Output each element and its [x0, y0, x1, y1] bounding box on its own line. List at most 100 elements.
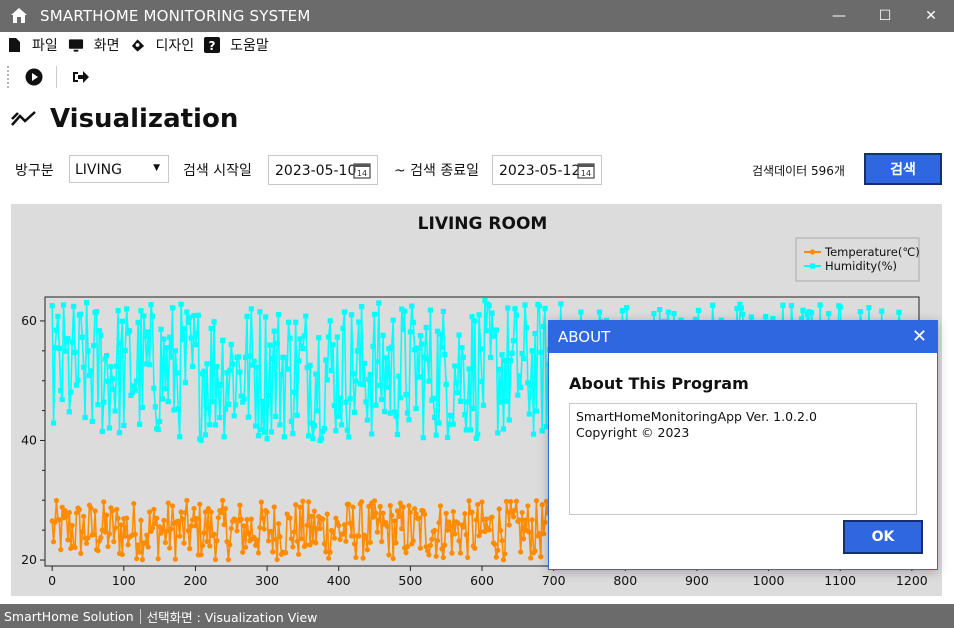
- ok-button[interactable]: OK: [843, 520, 923, 554]
- start-date-picker[interactable]: 2023-05-10 14: [268, 155, 378, 185]
- data-point: [528, 382, 534, 388]
- minimize-button[interactable]: —: [816, 0, 862, 32]
- data-point: [343, 538, 349, 544]
- maximize-button[interactable]: ☐: [862, 0, 908, 32]
- menu-design[interactable]: 디자인: [130, 35, 194, 55]
- data-point: [323, 357, 329, 363]
- data-point: [91, 343, 97, 349]
- calendar-icon[interactable]: 14: [353, 162, 371, 179]
- data-point: [541, 531, 547, 537]
- close-button[interactable]: ✕: [908, 0, 954, 32]
- data-point: [490, 333, 497, 339]
- data-point: [177, 434, 183, 440]
- data-point: [522, 302, 528, 308]
- data-point: [463, 532, 469, 538]
- data-point: [443, 510, 449, 516]
- data-point: [331, 535, 338, 541]
- data-point: [228, 525, 234, 532]
- data-point: [533, 408, 540, 414]
- data-point: [168, 526, 174, 532]
- room-select[interactable]: LIVING ▼: [69, 155, 169, 183]
- x-tick-label: 1100: [824, 573, 856, 588]
- data-point: [88, 368, 94, 374]
- filter-bar: 방구분 LIVING ▼ 검색 시작일 2023-05-10 14 ~ 검색 종…: [0, 153, 954, 185]
- monitor-icon: [68, 37, 84, 53]
- data-point: [98, 332, 104, 338]
- data-point: [344, 427, 350, 433]
- data-point: [377, 503, 383, 510]
- menu-view[interactable]: 화면: [68, 35, 120, 55]
- data-point: [59, 396, 65, 403]
- data-point: [296, 358, 302, 364]
- data-point: [671, 310, 677, 317]
- data-point: [364, 417, 370, 423]
- toolbar-grip[interactable]: [6, 65, 10, 89]
- close-icon[interactable]: ✕: [912, 326, 927, 347]
- data-point: [238, 516, 244, 522]
- room-label: 방구분: [15, 163, 54, 179]
- search-button[interactable]: 검색: [864, 153, 942, 185]
- version-text: SmartHomeMonitoringApp Ver. 1.0.2.0: [576, 409, 817, 424]
- page-header: Visualization: [10, 104, 238, 134]
- title-bar: SMARTHOME MONITORING SYSTEM — ☐ ✕: [0, 0, 954, 32]
- menu-help[interactable]: ? 도움말: [204, 35, 269, 55]
- result-count: 검색데이터 596개: [752, 164, 845, 178]
- data-point: [132, 387, 138, 393]
- data-point: [265, 538, 272, 544]
- data-point: [277, 534, 283, 540]
- data-point: [78, 550, 84, 556]
- play-button[interactable]: [22, 65, 46, 89]
- data-point: [404, 544, 411, 550]
- data-point: [525, 503, 531, 509]
- data-point: [509, 350, 515, 356]
- data-point: [370, 343, 376, 349]
- data-point: [351, 541, 358, 547]
- data-point: [111, 539, 117, 545]
- data-point: [512, 306, 518, 312]
- status-left: SmartHome Solution: [0, 608, 141, 624]
- calendar-icon[interactable]: 14: [577, 162, 595, 179]
- data-point: [93, 309, 100, 315]
- data-point: [172, 556, 178, 562]
- exit-button[interactable]: [69, 65, 93, 89]
- data-point: [145, 544, 151, 550]
- svg-text:14: 14: [581, 169, 591, 178]
- data-point: [118, 340, 124, 346]
- data-point: [432, 414, 438, 420]
- data-point: [520, 355, 527, 362]
- data-point: [399, 526, 405, 532]
- data-point: [50, 539, 57, 545]
- legend-marker: [809, 249, 816, 255]
- data-point: [298, 536, 305, 542]
- data-point: [536, 303, 542, 309]
- data-point: [523, 325, 530, 331]
- data-point: [114, 363, 120, 369]
- data-point: [456, 332, 462, 338]
- data-point: [260, 515, 266, 521]
- data-point: [424, 356, 431, 362]
- data-point: [270, 549, 276, 555]
- data-point: [85, 348, 91, 354]
- data-point: [232, 402, 239, 408]
- menu-file[interactable]: 파일: [6, 35, 58, 55]
- data-point: [118, 522, 124, 528]
- data-point: [264, 436, 270, 442]
- end-date-picker[interactable]: 2023-05-12 14: [492, 155, 602, 185]
- data-point: [165, 500, 171, 506]
- data-point: [291, 389, 297, 395]
- data-point: [79, 334, 85, 340]
- data-point: [327, 549, 333, 555]
- data-point: [159, 396, 166, 402]
- data-point: [275, 521, 282, 527]
- data-point: [207, 543, 213, 549]
- data-point: [427, 307, 434, 313]
- data-point: [245, 414, 252, 420]
- data-point: [512, 507, 518, 513]
- data-point: [220, 337, 226, 343]
- data-point: [400, 504, 406, 510]
- data-point: [360, 381, 366, 388]
- data-point: [275, 311, 282, 318]
- data-point: [91, 531, 97, 537]
- data-point: [86, 372, 93, 379]
- data-point: [228, 341, 234, 348]
